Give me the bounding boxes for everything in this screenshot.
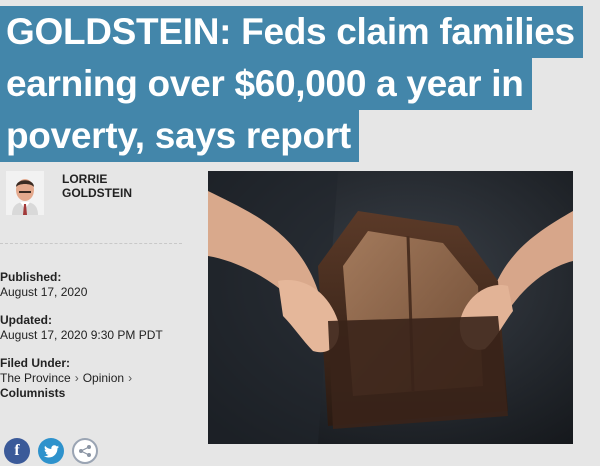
facebook-icon: f xyxy=(14,442,20,459)
twitter-icon xyxy=(43,444,59,457)
updated-date: August 17, 2020 9:30 PM PDT xyxy=(0,328,163,342)
author-last-name: GOLDSTEIN xyxy=(62,186,133,200)
twitter-share-button[interactable] xyxy=(38,438,64,464)
author-photo-icon xyxy=(6,171,44,215)
author-name[interactable]: LORRIE GOLDSTEIN xyxy=(62,172,182,200)
share-bar: f xyxy=(4,438,98,464)
headline-line-1: GOLDSTEIN: Feds claim families xyxy=(0,6,583,58)
author-avatar[interactable] xyxy=(6,171,44,215)
crumb-separator: › xyxy=(128,371,133,385)
article-photo[interactable] xyxy=(208,171,573,444)
crumb-separator: › xyxy=(74,371,79,385)
headline-line-2: earning over $60,000 a year in xyxy=(0,58,532,110)
article-headline: GOLDSTEIN: Feds claim families earning o… xyxy=(0,6,600,162)
empty-wallet-photo-icon xyxy=(208,171,573,444)
headline-line-3: poverty, says report xyxy=(0,110,359,162)
filed-under-meta: Filed Under: The Province › Opinion › Colum… xyxy=(0,356,200,401)
facebook-share-button[interactable]: f xyxy=(4,438,30,464)
share-icon xyxy=(79,445,91,457)
published-date: August 17, 2020 xyxy=(0,285,88,299)
updated-label: Updated: xyxy=(0,313,52,327)
crumb-the-province[interactable]: The Province xyxy=(0,371,71,385)
crumb-columnists[interactable]: Columnists xyxy=(0,386,65,400)
share-button[interactable] xyxy=(72,438,98,464)
filed-under-label: Filed Under: xyxy=(0,356,71,370)
crumb-opinion[interactable]: Opinion xyxy=(83,371,124,385)
breadcrumb: The Province › Opinion › Columnists xyxy=(0,371,200,401)
published-label: Published: xyxy=(0,270,62,284)
published-meta: Published: August 17, 2020 xyxy=(0,270,200,300)
divider xyxy=(0,243,182,244)
author-first-name: LORRIE xyxy=(62,172,108,186)
byline: LORRIE GOLDSTEIN xyxy=(6,171,186,215)
updated-meta: Updated: August 17, 2020 9:30 PM PDT xyxy=(0,313,200,343)
headline-block: GOLDSTEIN: Feds claim families earning o… xyxy=(0,6,600,162)
